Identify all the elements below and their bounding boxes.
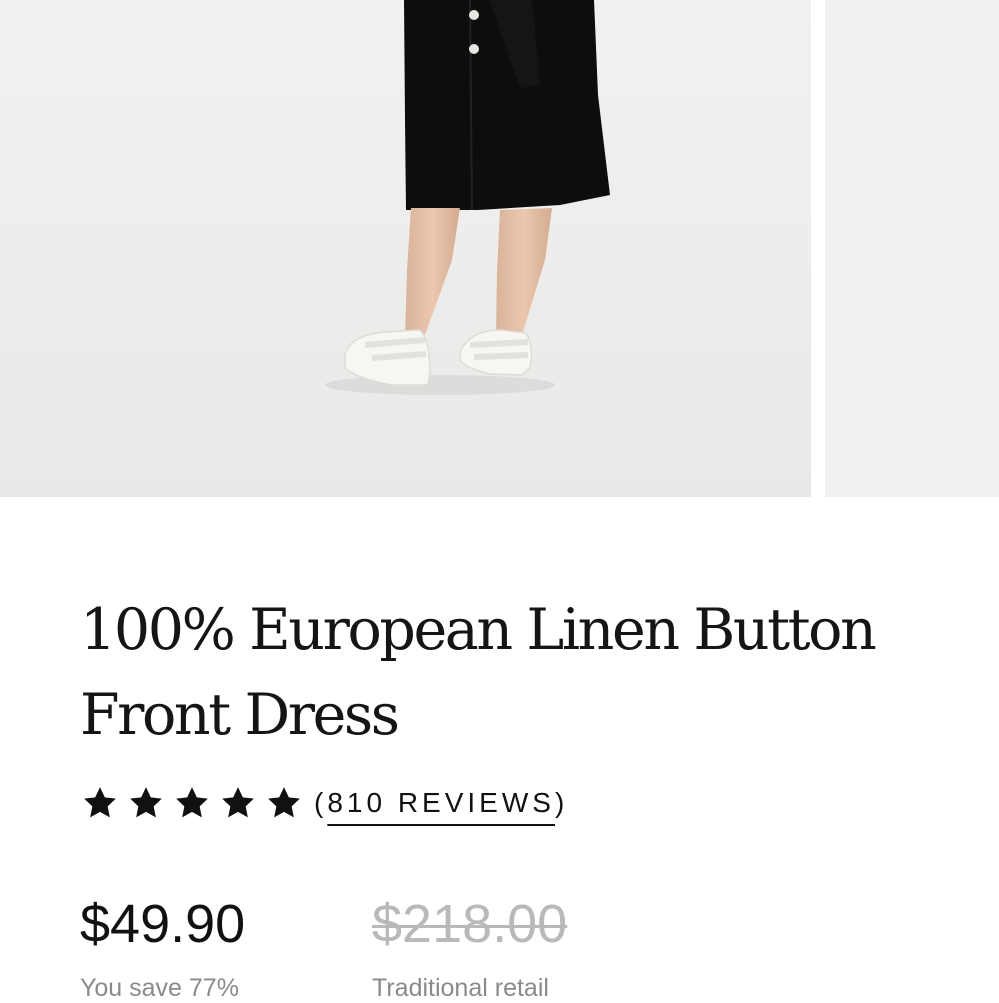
star-icon — [264, 783, 304, 823]
star-icon — [80, 783, 120, 823]
product-photo-illustration — [0, 0, 811, 497]
product-gallery[interactable] — [0, 0, 999, 497]
rating-row: (810 REVIEWS) — [80, 778, 568, 828]
reviews-link[interactable]: (810 REVIEWS) — [314, 787, 568, 819]
star-icon — [218, 783, 258, 823]
reviews-count[interactable]: 810 REVIEWS — [327, 787, 555, 818]
product-title: 100% European Linen Button Front Dress — [80, 597, 877, 748]
retail-price: $218.00 — [372, 894, 568, 954]
star-rating — [80, 783, 310, 823]
retail-label: Traditional retail — [372, 974, 549, 1002]
savings-text: You save 77% — [80, 974, 239, 1002]
product-photo-next[interactable] — [825, 0, 999, 497]
product-photo[interactable] — [0, 0, 811, 497]
reviews-close-paren: ) — [554, 787, 569, 818]
reviews-open-paren: ( — [314, 787, 328, 818]
sale-price: $49.90 — [80, 894, 246, 954]
star-icon — [172, 783, 212, 823]
star-icon — [126, 783, 166, 823]
